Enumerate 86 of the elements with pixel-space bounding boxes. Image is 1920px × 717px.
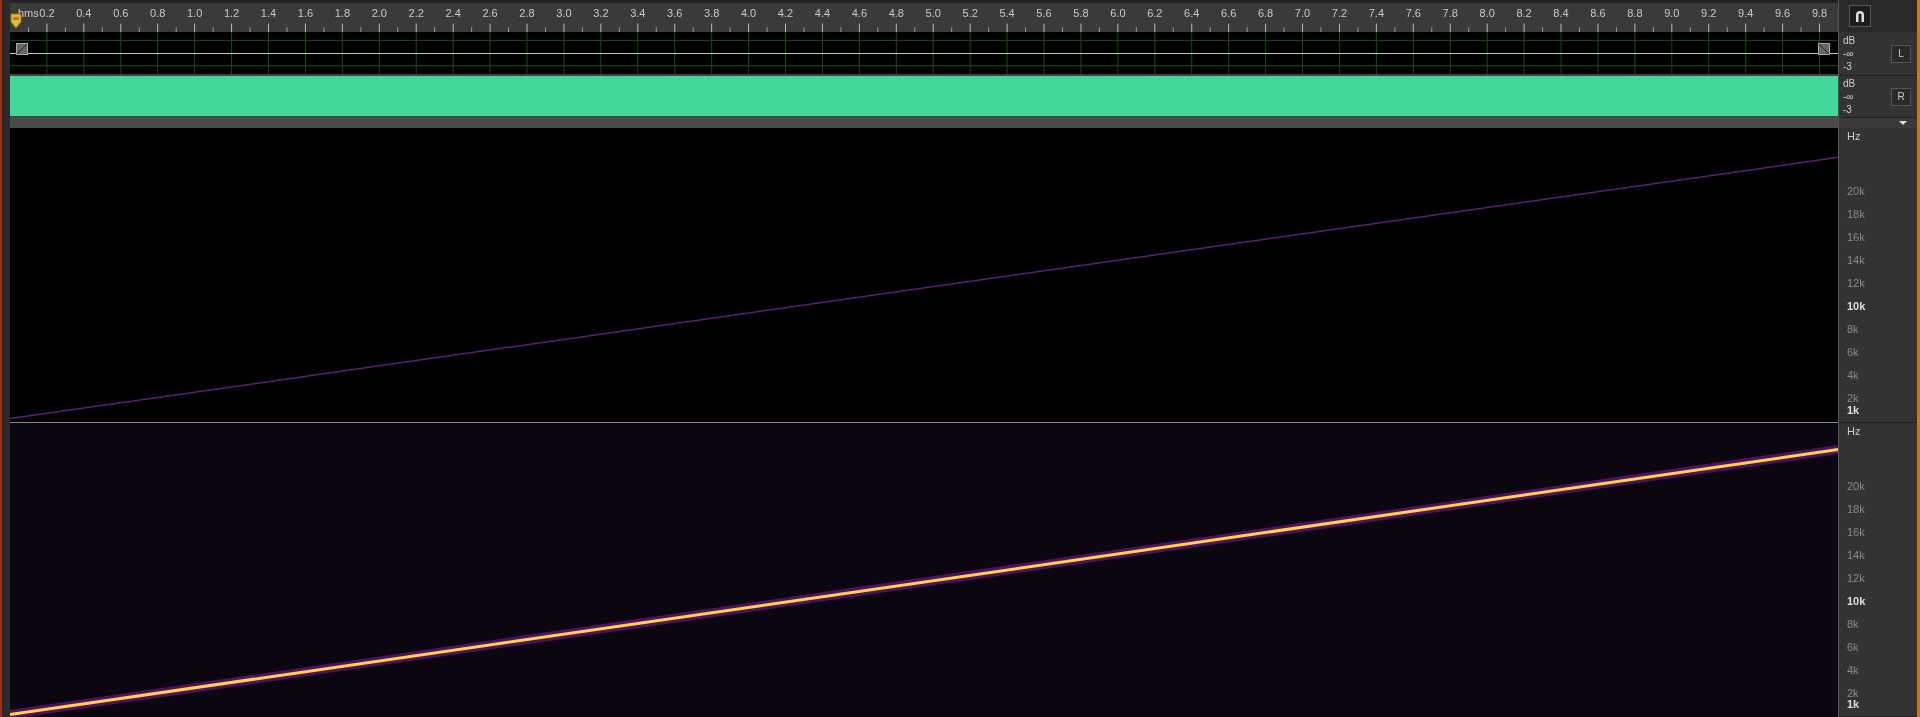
ruler-label: 7.0 bbox=[1294, 7, 1311, 19]
frequency-label: 2k bbox=[1847, 686, 1859, 699]
db-scale-label: -∞ bbox=[1843, 47, 1855, 60]
snap-button[interactable] bbox=[1849, 5, 1871, 27]
ruler-label: 4.2 bbox=[777, 7, 794, 19]
ruler-label: 9.8 bbox=[1811, 7, 1828, 19]
db-scale-label: -∞ bbox=[1843, 90, 1855, 103]
ruler-label: 5.8 bbox=[1073, 7, 1089, 19]
frequency-label: 1k bbox=[1847, 404, 1860, 416]
ruler-label: 2.0 bbox=[371, 7, 387, 19]
ruler-label: 5.4 bbox=[999, 7, 1015, 19]
frequency-label: 20k bbox=[1847, 479, 1865, 492]
ruler-label: 4.0 bbox=[740, 7, 757, 19]
ruler-label: 3.6 bbox=[667, 7, 683, 19]
ruler-label: 0.2 bbox=[39, 7, 55, 19]
frequency-label: 16k bbox=[1847, 525, 1865, 538]
ruler-label: 6.4 bbox=[1184, 7, 1200, 19]
ruler-label: 7.8 bbox=[1442, 7, 1458, 19]
db-scale-label: dB bbox=[1843, 34, 1856, 47]
ruler-label: 2.2 bbox=[408, 7, 424, 19]
fade-in-handle-icon[interactable] bbox=[16, 43, 28, 55]
frequency-label: 6k bbox=[1847, 640, 1859, 653]
ruler-label: 3.4 bbox=[630, 7, 646, 19]
ruler-label: 7.4 bbox=[1368, 7, 1384, 19]
frequency-label: 4k bbox=[1847, 663, 1859, 676]
ruler-label: 9.6 bbox=[1774, 7, 1791, 19]
ruler-label: 6.8 bbox=[1257, 7, 1274, 19]
frequency-label: 20k bbox=[1847, 185, 1865, 198]
frequency-label: 2k bbox=[1847, 392, 1859, 405]
ruler-label: 8.6 bbox=[1590, 7, 1606, 19]
frequency-label: 14k bbox=[1847, 254, 1865, 267]
ruler-label: 9.2 bbox=[1701, 7, 1717, 19]
ruler-label: 5.2 bbox=[962, 7, 978, 19]
frequency-label: 16k bbox=[1847, 231, 1865, 244]
channel-button[interactable]: L bbox=[1891, 44, 1911, 63]
frequency-label: 8k bbox=[1847, 323, 1859, 336]
ruler-label: 8.2 bbox=[1516, 7, 1532, 19]
ruler-label: 3.0 bbox=[556, 7, 572, 19]
ruler-label: 5.6 bbox=[1036, 7, 1052, 19]
ruler-label: 2.4 bbox=[445, 7, 461, 19]
ruler-label: 7.6 bbox=[1405, 7, 1421, 19]
ruler-label: 2.8 bbox=[519, 7, 535, 19]
ruler-label: 1.4 bbox=[260, 7, 277, 19]
frequency-label: 18k bbox=[1847, 208, 1865, 221]
frequency-label: 12k bbox=[1847, 277, 1865, 290]
ruler-label: 1.2 bbox=[223, 7, 240, 19]
ruler-label: 4.4 bbox=[814, 7, 831, 19]
frequency-unit-label: Hz bbox=[1847, 424, 1861, 437]
ruler-label: 8.8 bbox=[1627, 7, 1643, 19]
ruler-label: 9.4 bbox=[1738, 7, 1754, 19]
frequency-label: 12k bbox=[1847, 571, 1865, 584]
ruler-label: 7.2 bbox=[1331, 7, 1348, 19]
db-scale-label: -3 bbox=[1843, 103, 1853, 116]
ruler-label: 6.0 bbox=[1110, 7, 1126, 19]
magnet-icon bbox=[1854, 9, 1866, 23]
ruler-label: 1.8 bbox=[334, 7, 350, 19]
ruler-label: 1.0 bbox=[187, 7, 203, 19]
ruler-label: 8.0 bbox=[1479, 7, 1495, 19]
frequency-label: 10k bbox=[1847, 300, 1866, 313]
ruler-label: 1.6 bbox=[297, 7, 314, 19]
frequency-label: 4k bbox=[1847, 369, 1859, 382]
frequency-label: 1k bbox=[1847, 698, 1860, 711]
dropdown-arrow-icon[interactable] bbox=[1899, 121, 1907, 125]
frequency-label: 18k bbox=[1847, 502, 1865, 515]
ruler-label: 4.6 bbox=[851, 7, 867, 19]
ruler-label: 6.6 bbox=[1221, 7, 1237, 19]
ruler-label: 2.6 bbox=[482, 7, 498, 19]
ruler-label: 8.4 bbox=[1553, 7, 1569, 19]
ruler-label: 5.0 bbox=[925, 7, 941, 19]
ruler-label: 0.6 bbox=[113, 7, 129, 19]
frequency-label: 14k bbox=[1847, 548, 1865, 561]
ruler-label: 4.8 bbox=[888, 7, 904, 19]
ruler-label: 3.2 bbox=[593, 7, 609, 19]
ruler-label: 9.0 bbox=[1664, 7, 1680, 19]
frequency-unit-label: Hz bbox=[1847, 130, 1861, 142]
frequency-label: 10k bbox=[1847, 594, 1866, 607]
ruler-label: 0.8 bbox=[150, 7, 166, 19]
frequency-label: 6k bbox=[1847, 346, 1859, 359]
ruler-label: 3.8 bbox=[704, 7, 720, 19]
frequency-label: 8k bbox=[1847, 617, 1859, 630]
ruler-label: 0.4 bbox=[76, 7, 92, 19]
db-scale-label: -3 bbox=[1843, 60, 1853, 73]
channel-button[interactable]: R bbox=[1891, 87, 1911, 106]
fade-out-handle-icon[interactable] bbox=[1818, 43, 1830, 55]
db-scale-label: dB bbox=[1843, 77, 1856, 90]
ruler-label: 6.2 bbox=[1147, 7, 1163, 19]
